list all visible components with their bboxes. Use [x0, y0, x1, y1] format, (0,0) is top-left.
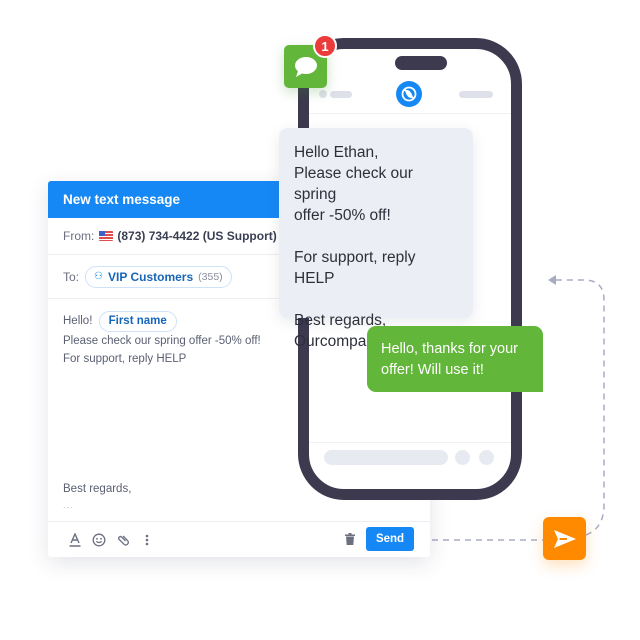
send-button[interactable]: Send	[366, 527, 414, 551]
recipient-group-chip[interactable]: ⚇ VIP Customers (355)	[85, 265, 232, 288]
sms-line: Hello Ethan,	[294, 144, 379, 161]
phone-header-divider	[309, 113, 511, 114]
composer-toolbar: Send	[48, 521, 430, 557]
attachment-icon[interactable]	[112, 531, 134, 549]
signoff-ellipsis: ...	[63, 500, 74, 510]
to-label: To:	[63, 269, 80, 284]
group-icon: ⚇	[94, 271, 103, 282]
sms-line: Please check our spring	[294, 165, 413, 203]
phone-status-dot	[319, 90, 327, 98]
phone-input-divider	[309, 442, 511, 443]
message-signoff: Best regards, ...	[63, 481, 131, 513]
notification-badge: 1	[313, 34, 337, 58]
sms-line: offer -50% off!	[294, 207, 391, 224]
phone-status-bar-left	[330, 91, 352, 98]
phone-message-input[interactable]	[324, 450, 448, 465]
signoff-text: Best regards,	[63, 483, 132, 495]
arrowhead-icon	[548, 275, 556, 285]
flow-line-return	[556, 279, 605, 536]
send-arrow-icon	[543, 517, 586, 560]
emoji-icon[interactable]	[88, 531, 110, 549]
from-number: (873) 734-4422 (US Support)	[117, 229, 277, 243]
more-vertical-icon[interactable]	[136, 531, 158, 549]
brand-logo-icon	[396, 81, 422, 107]
recipient-group-count: (355)	[198, 270, 223, 283]
incoming-sms-bubble: Hello Ethan, Please check our spring off…	[279, 128, 473, 350]
first-name-placeholder-chip[interactable]: First name	[98, 311, 177, 332]
body-greeting: Hello!	[63, 315, 93, 327]
phone-status-bar-right	[459, 91, 493, 98]
reply-sms-bubble: Hello, thanks for your offer! Will use i…	[367, 326, 543, 392]
sms-line: For support, reply HELP	[294, 249, 416, 287]
from-label: From:	[63, 229, 95, 243]
recipient-group-name: VIP Customers	[107, 269, 194, 284]
phone-action-button[interactable]	[455, 450, 470, 465]
text-format-icon[interactable]	[64, 531, 86, 549]
phone-action-button[interactable]	[479, 450, 494, 465]
trash-icon[interactable]	[345, 532, 355, 545]
us-flag-icon	[99, 231, 114, 241]
phone-notch	[395, 56, 447, 70]
